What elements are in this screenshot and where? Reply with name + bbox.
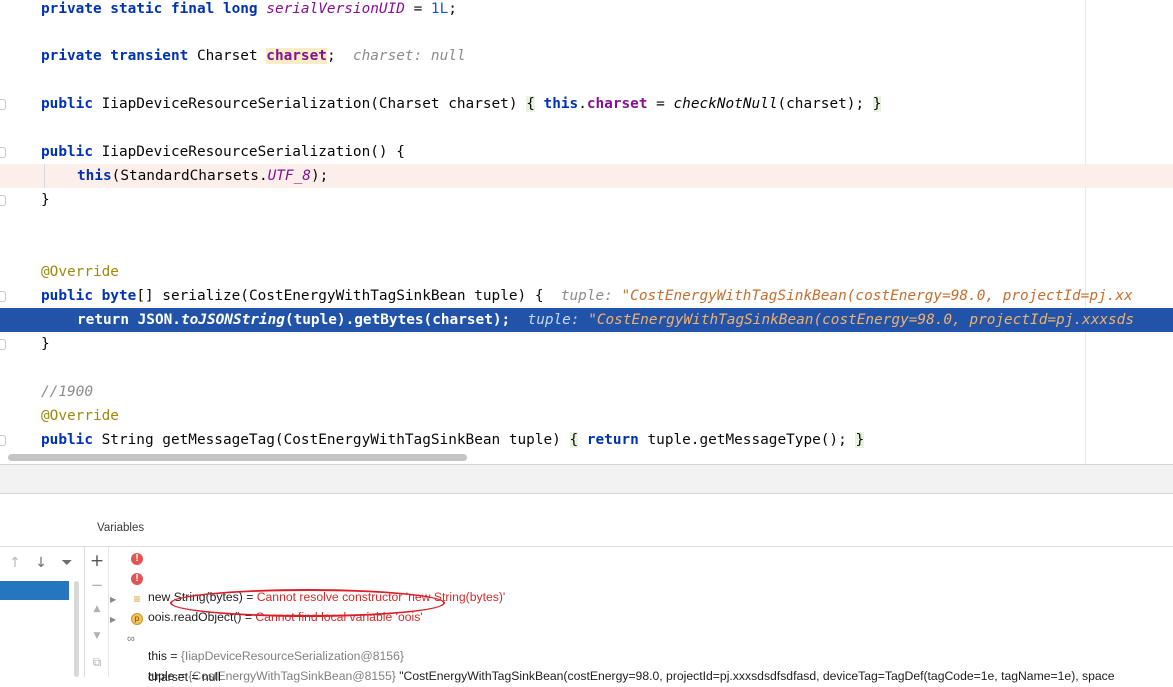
remove-watch-icon[interactable]: −	[86, 576, 108, 594]
frames-scrollbar[interactable]	[74, 581, 79, 677]
inline-debug-hint: "CostEnergyWithTagSinkBean(costEnergy=98…	[588, 312, 1135, 328]
variable-row[interactable]: ∞ charset = null	[110, 630, 221, 684]
code-line[interactable]: //1900	[0, 380, 1173, 404]
variable-row[interactable]: ▶ ≡ this = {IiapDeviceResourceSerializat…	[110, 590, 404, 663]
move-down-icon[interactable]: ▼	[86, 631, 108, 641]
code-line[interactable]: public String getMessageTag(CostEnergyWi…	[0, 428, 1173, 452]
variable-row[interactable]: ! oois.readObject() = Cannot find local …	[110, 570, 423, 624]
code-line[interactable]: public IiapDeviceResourceSerialization(C…	[0, 92, 1173, 116]
variable-row[interactable]: ! new String(bytes) = Cannot resolve con…	[110, 550, 505, 604]
frames-toolbar: ↑ ↓ ⏷	[0, 551, 84, 575]
debug-tool-window-header	[0, 464, 1173, 494]
expand-arrow-icon[interactable]: ▶	[110, 590, 116, 609]
code-line[interactable]: private transient Charset charset; chars…	[0, 44, 1173, 68]
filter-icon[interactable]: ⏷	[57, 551, 77, 575]
indent-guide	[44, 164, 45, 188]
arrow-up-icon[interactable]: ↑	[5, 551, 25, 575]
object-icon: ≡	[133, 592, 141, 606]
add-watch-icon[interactable]: +	[86, 551, 108, 571]
horizontal-scrollbar[interactable]	[8, 454, 467, 461]
code-line[interactable]: @Override	[0, 260, 1173, 284]
variable-row[interactable]: ▶ p tuple = {CostEnergyWithTagSinkBean@8…	[110, 610, 1115, 683]
error-icon: !	[131, 573, 143, 585]
code-editor[interactable]: private static final long serialVersionU…	[0, 0, 1173, 464]
variables-toolbar: + − ▲ ▼ ⧉	[86, 547, 109, 677]
variables-title: Variables	[97, 522, 145, 534]
move-up-icon[interactable]: ▲	[86, 604, 108, 614]
expand-arrow-icon[interactable]: ▶	[110, 610, 116, 629]
code-line-execution-point[interactable]: this(StandardCharsets.UTF_8);	[0, 164, 1173, 188]
code-line[interactable]: private static final long serialVersionU…	[0, 0, 1173, 21]
code-line[interactable]: }	[0, 332, 1173, 356]
code-line[interactable]: @Override	[0, 404, 1173, 428]
copy-icon[interactable]: ⧉	[86, 655, 108, 670]
inline-debug-hint: charset: null	[352, 48, 466, 64]
code-line[interactable]: }	[0, 188, 1173, 212]
parameter-icon: p	[131, 613, 143, 625]
error-icon: !	[131, 553, 143, 565]
inline-debug-hint: "CostEnergyWithTagSinkBean(costEnergy=98…	[621, 288, 1133, 304]
annotation-circle	[170, 589, 445, 617]
arrow-down-icon[interactable]: ↓	[31, 551, 51, 575]
code-line-current[interactable]: return JSON.toJSONString(tuple).getBytes…	[0, 308, 1173, 332]
selected-frame[interactable]	[0, 581, 69, 600]
watch-glasses-icon: ∞	[127, 633, 135, 645]
code-line[interactable]: public IiapDeviceResourceSerialization()…	[0, 140, 1173, 164]
divider	[0, 546, 1173, 547]
code-line[interactable]: public byte[] serialize(CostEnergyWithTa…	[0, 284, 1173, 308]
